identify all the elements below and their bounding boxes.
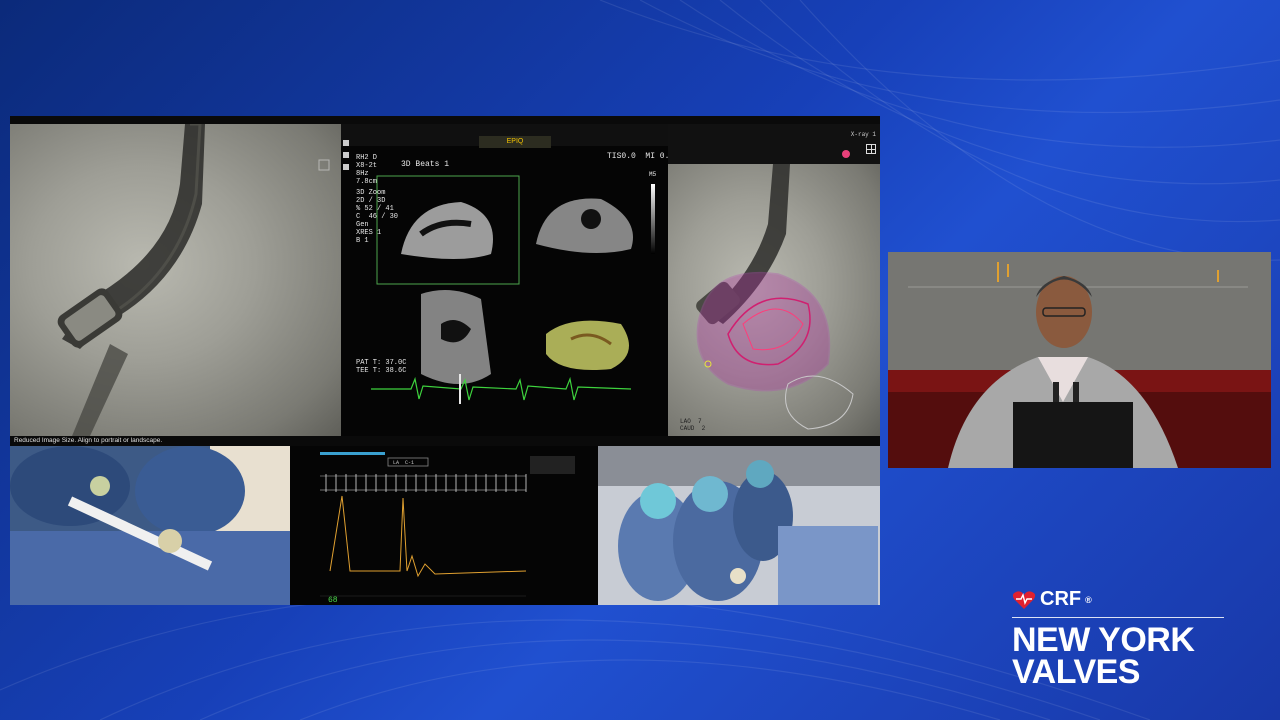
or-camera-left-image [10, 446, 290, 605]
left-toolbar [343, 134, 351, 434]
status-caption: Reduced Image Size. Align to portrait or… [14, 437, 163, 444]
tool-icon[interactable] [343, 152, 349, 158]
brand-name: CRF [1040, 588, 1082, 610]
hemodynamic-waveforms [320, 452, 575, 597]
crf-brand: CRF ® [1012, 588, 1242, 611]
speaker-image [888, 252, 1271, 468]
xray-label: X-ray 1 [850, 131, 876, 138]
xray-3d-overlay [696, 164, 854, 430]
crf-new-york-valves-logo: CRF ® NEW YORK VALVES [1012, 588, 1242, 691]
or-camera-right-image [598, 446, 880, 605]
event-title-line1: NEW YORK [1012, 621, 1195, 659]
grid-icon[interactable] [866, 144, 876, 154]
hemodynamic-monitor: LA C-1 68 [290, 446, 598, 605]
or-camera-right [598, 446, 880, 605]
heart-rate: 68 [328, 596, 338, 605]
xray-orientation: LAO 7 CAUD 2 [680, 418, 706, 432]
tool-icon[interactable] [343, 140, 349, 146]
logo-divider [1012, 617, 1224, 618]
echo-ultrasound-panel: EPIQ RH2 D X8-2t 8Hz 7.8cm 3D Beats 1 TI… [341, 124, 668, 436]
hemo-label: LA C-1 [393, 460, 415, 466]
xray-overlay-panel: LAO 7 CAUD 2 [668, 164, 880, 436]
tool-icon[interactable] [343, 164, 349, 170]
speaker-camera [888, 252, 1271, 468]
fluoroscopy-image [57, 124, 330, 436]
fluoroscopy-panel [10, 124, 341, 436]
xray-topbar: X-ray 1 [668, 124, 880, 164]
event-title-line2: VALVES [1012, 653, 1141, 691]
procedure-video-monitor: EPIQ RH2 D X8-2t 8Hz 7.8cm 3D Beats 1 TI… [10, 116, 880, 605]
record-indicator-icon [842, 150, 850, 158]
echo-images [371, 175, 655, 404]
or-camera-left [10, 446, 290, 605]
heart-logo-icon [1012, 590, 1036, 609]
